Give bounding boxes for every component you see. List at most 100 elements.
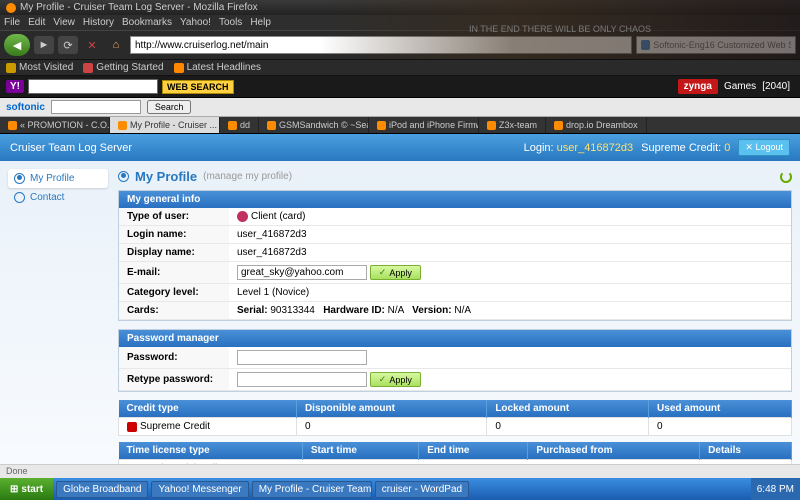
menu-bookmarks[interactable]: Bookmarks: [122, 17, 172, 28]
page-subtitle: (manage my profile): [203, 171, 292, 182]
yahoo-search-button[interactable]: WEB SEARCH: [162, 80, 234, 94]
field-label: E-mail:: [119, 262, 229, 284]
tab-ipod[interactable]: iPod and iPhone Firmwa...: [369, 117, 479, 133]
window-titlebar: My Profile - Cruiser Team Log Server - M…: [0, 0, 800, 15]
bookmark-getting-started[interactable]: Getting Started: [83, 62, 163, 73]
retype-password-input[interactable]: [237, 372, 367, 387]
taskbar-item[interactable]: Yahoo! Messenger: [151, 481, 248, 498]
bookmark-most-visited[interactable]: Most Visited: [6, 62, 73, 73]
sidebar-item-my-profile[interactable]: My Profile: [8, 169, 108, 188]
field-value: user_416872d3: [229, 244, 791, 262]
tab-icon: [554, 121, 563, 130]
field-value: Client (card): [229, 208, 791, 226]
sidebar-item-label: Contact: [30, 192, 64, 203]
app-header: Cruiser Team Log Server Login: user_4168…: [0, 134, 800, 161]
zynga-games-label: Games: [724, 81, 756, 92]
col-used: Used amount: [649, 400, 792, 418]
client-icon: [237, 211, 248, 222]
tab-dd[interactable]: dd: [220, 117, 259, 133]
yahoo-search-input[interactable]: [28, 79, 158, 94]
field-label: Type of user:: [119, 208, 229, 226]
profile-icon: [118, 171, 129, 182]
menu-file[interactable]: File: [4, 17, 20, 28]
system-tray[interactable]: 6:48 PM: [751, 478, 800, 500]
folder-icon: [6, 63, 16, 73]
sidebar-item-contact[interactable]: Contact: [8, 188, 108, 207]
menu-history[interactable]: History: [83, 17, 114, 28]
softonic-logo[interactable]: softonic: [6, 102, 45, 113]
field-value: Apply: [229, 262, 791, 284]
col-purchased-from: Purchased from: [528, 442, 700, 460]
page-icon: [83, 63, 93, 73]
col-start-time: Start time: [302, 442, 418, 460]
apply-email-button[interactable]: Apply: [370, 265, 421, 280]
forward-button[interactable]: ►: [34, 36, 54, 54]
field-label: Display name:: [119, 244, 229, 262]
page-content: Cruiser Team Log Server Login: user_4168…: [0, 134, 800, 474]
taskbar-item[interactable]: cruiser - WordPad: [375, 481, 469, 498]
tab-promotion[interactable]: « PROMOTION - C.O...: [0, 117, 110, 133]
tab-icon: [118, 121, 127, 130]
panel-heading: My general info: [119, 191, 791, 208]
apply-password-button[interactable]: Apply: [370, 372, 421, 387]
search-bar[interactable]: [636, 36, 796, 54]
search-input[interactable]: [653, 40, 791, 50]
taskbar-item[interactable]: My Profile - Cruiser Team...: [252, 481, 372, 498]
bookmark-latest-headlines[interactable]: Latest Headlines: [174, 62, 262, 73]
tab-icon: [267, 121, 276, 130]
url-input[interactable]: [135, 40, 627, 51]
reload-button[interactable]: ⟳: [58, 36, 78, 54]
sidebar: My Profile Contact: [8, 169, 108, 474]
bookmarks-toolbar: Most Visited Getting Started Latest Head…: [0, 60, 800, 76]
yahoo-logo[interactable]: Y!: [6, 80, 24, 93]
sidebar-item-label: My Profile: [30, 173, 74, 184]
softonic-toolbar: softonic Search: [0, 98, 800, 117]
field-label: Login name:: [119, 226, 229, 244]
menu-help[interactable]: Help: [250, 17, 271, 28]
stop-button[interactable]: ✕: [82, 36, 102, 54]
contact-icon: [14, 192, 25, 203]
field-label: Password:: [119, 347, 229, 369]
menu-yahoo[interactable]: Yahoo!: [180, 17, 211, 28]
window-title: My Profile - Cruiser Team Log Server - M…: [20, 2, 258, 13]
field-value: user_416872d3: [229, 226, 791, 244]
menu-tools[interactable]: Tools: [219, 17, 242, 28]
panel-heading: Password manager: [119, 330, 791, 347]
zynga-badge: [2040]: [762, 81, 790, 92]
refresh-icon[interactable]: [780, 171, 792, 183]
tab-icon: [487, 121, 496, 130]
back-button[interactable]: ◄: [4, 34, 30, 56]
menu-edit[interactable]: Edit: [28, 17, 45, 28]
col-disponible: Disponible amount: [296, 400, 486, 418]
tab-my-profile[interactable]: My Profile - Cruiser ...: [110, 117, 220, 133]
taskbar-item[interactable]: Globe Broadband: [56, 481, 148, 498]
clock: 6:48 PM: [757, 484, 794, 495]
search-engine-icon: [641, 40, 650, 50]
windows-taskbar: ⊞start Globe Broadband Yahoo! Messenger …: [0, 478, 800, 500]
browser-statusbar: Done: [0, 464, 800, 478]
email-input[interactable]: [237, 265, 367, 280]
url-bar[interactable]: [130, 36, 632, 54]
col-license-type: Time license type: [119, 442, 303, 460]
start-button[interactable]: ⊞start: [0, 478, 53, 500]
field-value: Serial: 90313344 Hardware ID: N/A Versio…: [229, 302, 791, 320]
tab-gsmsandwich[interactable]: GSMSandwich © ~Sear...: [259, 117, 369, 133]
home-button[interactable]: ⌂: [106, 36, 126, 54]
logout-button[interactable]: ✕ Logout: [738, 139, 790, 156]
tab-icon: [377, 121, 386, 130]
zynga-toolbar: zynga Games [2040]: [678, 76, 790, 96]
page-title: My Profile: [135, 169, 197, 184]
zynga-logo[interactable]: zynga: [678, 79, 718, 94]
general-info-panel: My general info Type of user:Client (car…: [118, 190, 792, 321]
password-input[interactable]: [237, 350, 367, 365]
password-panel: Password manager Password: Retype passwo…: [118, 329, 792, 392]
tab-dropio[interactable]: drop.io Dreambox: [546, 117, 647, 133]
firefox-icon: [6, 3, 16, 13]
menu-view[interactable]: View: [53, 17, 75, 28]
col-details: Details: [700, 442, 792, 460]
softonic-search-input[interactable]: [51, 100, 141, 114]
tab-z3x[interactable]: Z3x-team: [479, 117, 546, 133]
col-credit-type: Credit type: [119, 400, 297, 418]
softonic-search-button[interactable]: Search: [147, 100, 192, 114]
tab-strip: « PROMOTION - C.O... My Profile - Cruise…: [0, 117, 800, 134]
